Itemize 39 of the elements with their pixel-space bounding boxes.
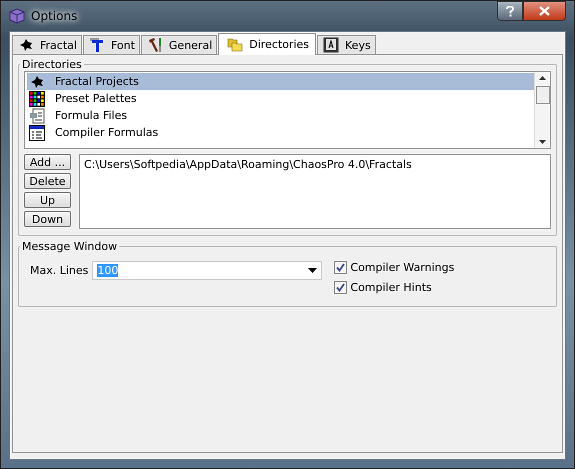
- list-item[interactable]: Fractal Projects: [27, 73, 534, 90]
- checkbox[interactable]: [334, 281, 348, 294]
- action-button[interactable]: Down: [24, 211, 71, 227]
- tab[interactable]: Font: [82, 35, 140, 54]
- tab[interactable]: Keys: [317, 35, 376, 54]
- tab[interactable]: Directories: [218, 33, 316, 55]
- list-item[interactable]: Formula Files: [27, 107, 534, 124]
- path-field[interactable]: C:\Users\Softpedia\AppData\Roaming\ChaosPro 4.0\Fractals: [79, 154, 551, 229]
- keycap-icon: [323, 37, 340, 53]
- help-button[interactable]: [497, 1, 523, 21]
- up-arrow-icon: [539, 76, 546, 80]
- list-item[interactable]: Compiler Formulas: [27, 124, 534, 141]
- action-button[interactable]: Delete: [24, 173, 71, 189]
- action-button[interactable]: Up: [24, 192, 71, 208]
- question-icon: [506, 6, 514, 16]
- field-label: Max. Lines: [30, 264, 88, 277]
- down-arrow-icon: [539, 140, 546, 144]
- tab[interactable]: Fractal: [12, 35, 82, 54]
- scrollbar[interactable]: [534, 72, 550, 148]
- list-item[interactable]: Preset Palettes: [27, 90, 534, 107]
- close-button[interactable]: [523, 1, 566, 21]
- group-label: Message Window: [21, 240, 118, 253]
- close-icon: [539, 6, 550, 16]
- checkbox[interactable]: [334, 261, 348, 274]
- document-icon: [29, 108, 45, 124]
- tab[interactable]: General: [140, 35, 218, 54]
- cube-icon: [9, 8, 25, 24]
- folders-icon: [227, 36, 244, 52]
- group-label: Directories: [21, 58, 83, 71]
- hammer-icon: [146, 37, 163, 53]
- checkbox-label: Compiler Warnings: [350, 261, 454, 274]
- list-window-icon: [29, 124, 45, 140]
- letter-t-icon: [88, 37, 105, 53]
- window-title: Options: [31, 9, 78, 23]
- action-button[interactable]: Add ...: [24, 154, 71, 170]
- dropdown-arrow-icon: [308, 268, 318, 273]
- color-grid-icon: [29, 90, 45, 106]
- scroll-thumb[interactable]: [536, 86, 550, 104]
- checkbox-label: Compiler Hints: [350, 281, 432, 294]
